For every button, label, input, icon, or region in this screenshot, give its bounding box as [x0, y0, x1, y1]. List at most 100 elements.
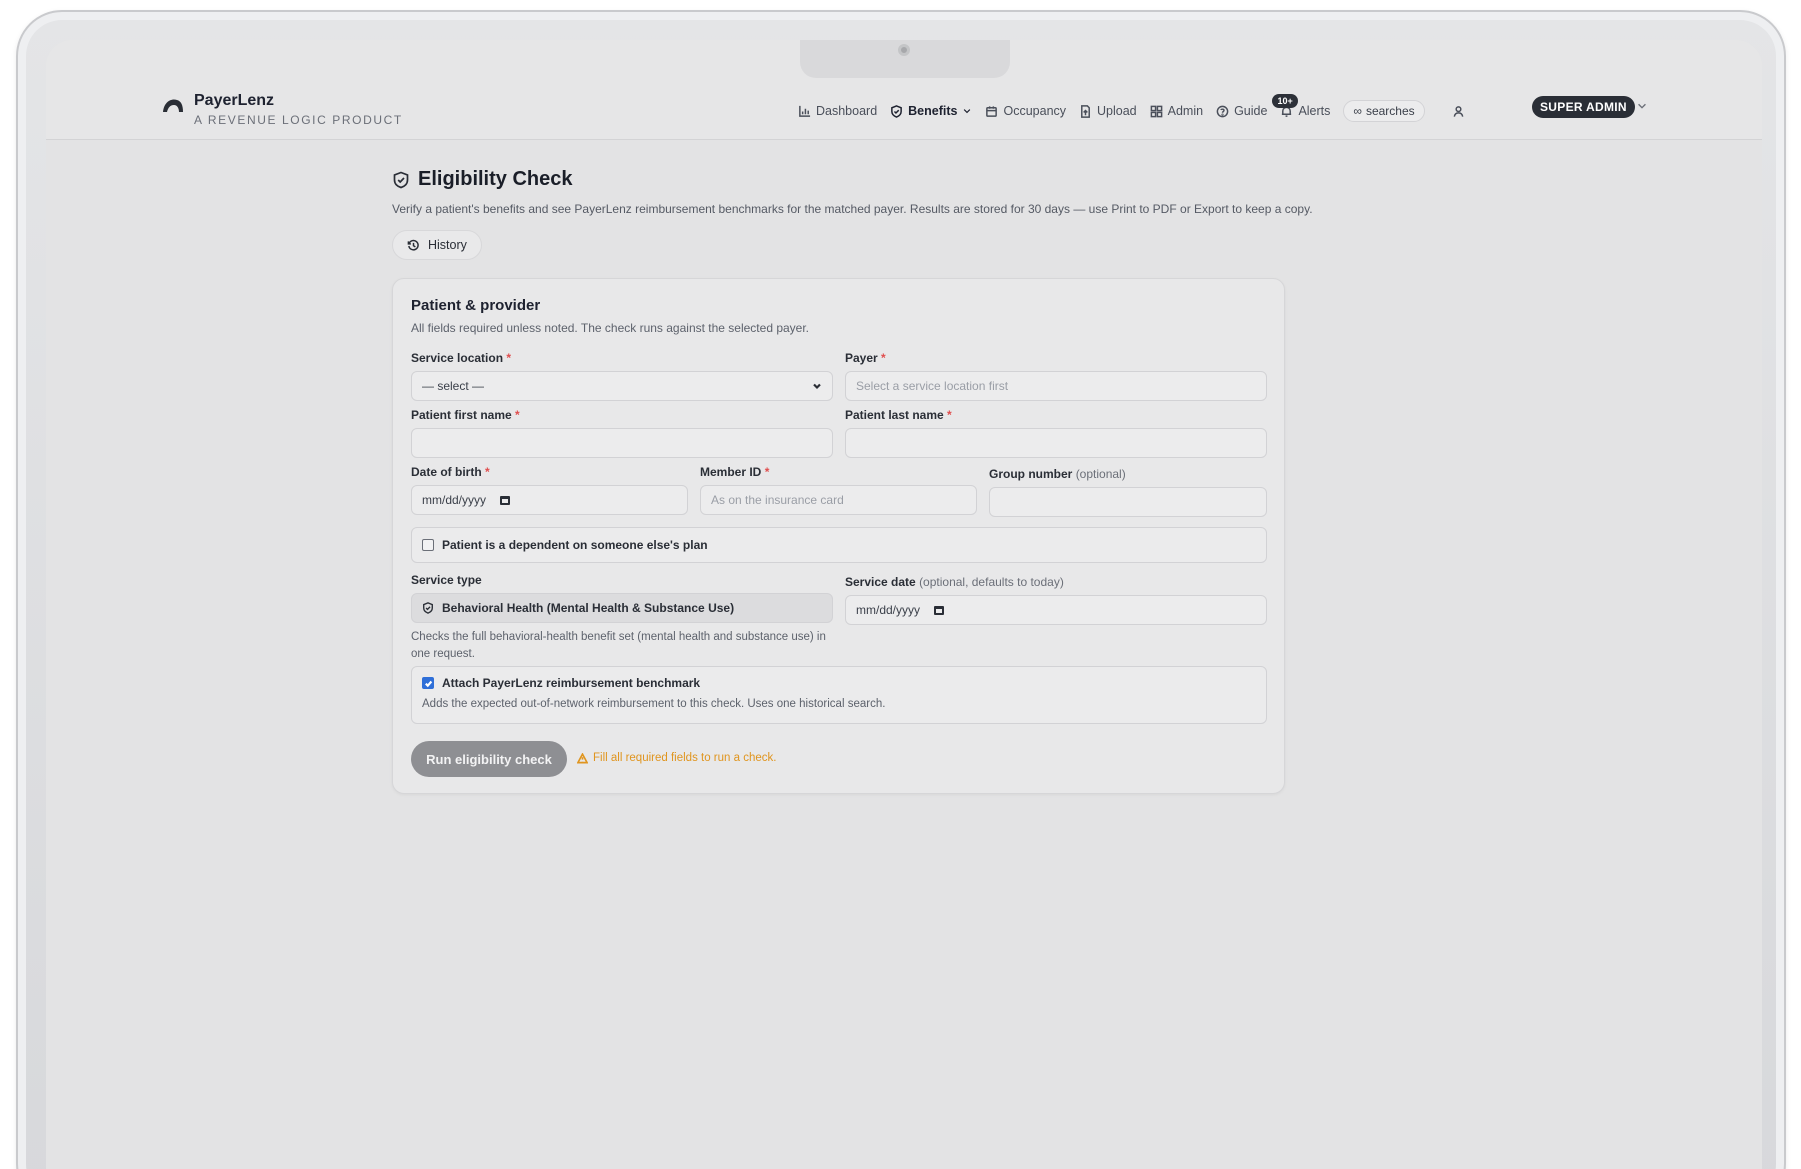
last-name-field: Patient last name *: [845, 408, 1267, 458]
dob-label: Date of birth: [411, 465, 482, 479]
searches-remaining-pill[interactable]: ∞ searches: [1343, 100, 1425, 122]
bar-chart-icon: [799, 105, 811, 117]
history-button[interactable]: History: [392, 230, 482, 260]
history-icon: [407, 239, 419, 250]
shield-check-icon: [891, 104, 903, 118]
nav-guide[interactable]: Guide: [1216, 104, 1267, 118]
warning-triangle-icon: [577, 752, 588, 763]
required-mark: *: [485, 465, 490, 479]
nav-alerts-label: Alerts: [1298, 104, 1331, 118]
form-title: Patient & provider: [411, 297, 541, 314]
file-upload-icon: [1081, 104, 1090, 118]
nav-alerts[interactable]: 10+ Alerts: [1272, 94, 1331, 118]
group-number-input[interactable]: [989, 487, 1267, 517]
benchmark-option: Attach PayerLenz reimbursement benchmark…: [411, 666, 1267, 724]
check-icon: [424, 680, 432, 687]
last-name-label: Patient last name: [845, 408, 944, 422]
history-label: History: [428, 238, 467, 252]
brand-tagline: A REVENUE LOGIC PRODUCT: [194, 113, 403, 127]
member-id-field: Member ID * As on the insurance card: [700, 465, 977, 515]
calendar-icon[interactable]: [500, 495, 511, 505]
nav-guide-label: Guide: [1234, 104, 1268, 118]
nav-benefits-label: Benefits: [908, 104, 958, 118]
member-id-placeholder: As on the insurance card: [711, 493, 844, 507]
main-nav: Dashboard Benefits Occupancy Upload Admi…: [798, 94, 1465, 122]
chevron-down-icon: [964, 109, 971, 114]
shield-check-icon: [423, 602, 433, 614]
optional-note: (optional): [1075, 467, 1126, 481]
payer-placeholder: Select a service location first: [856, 379, 1009, 393]
nav-upload[interactable]: Upload: [1079, 104, 1137, 118]
first-name-input[interactable]: [411, 428, 833, 458]
nav-benefits[interactable]: Benefits: [890, 104, 972, 118]
camera-icon: [898, 44, 910, 56]
dob-placeholder: mm/dd/yyyy: [422, 493, 487, 507]
benchmark-checkbox[interactable]: [422, 677, 434, 689]
nav-dashboard[interactable]: Dashboard: [798, 104, 877, 118]
first-name-label: Patient first name: [411, 408, 512, 422]
app-screen: PayerLenz A REVENUE LOGIC PRODUCT Dashbo…: [46, 40, 1762, 1169]
payer-label: Payer: [845, 351, 878, 365]
user-icon: [1453, 105, 1464, 117]
payer-select[interactable]: Select a service location first: [845, 371, 1267, 401]
group-number-label: Group number: [989, 467, 1073, 481]
grid-icon: [1150, 105, 1162, 117]
group-number-field: Group number (optional): [989, 467, 1267, 517]
benchmark-toggle[interactable]: Attach PayerLenz reimbursement benchmark: [422, 676, 1256, 690]
service-date-placeholder: mm/dd/yyyy: [856, 603, 921, 617]
service-location-field: Service location * — select —: [411, 351, 833, 401]
service-type-value: Behavioral Health (Mental Health & Subst…: [442, 601, 735, 615]
nav-occupancy[interactable]: Occupancy: [985, 104, 1066, 118]
page-title: Eligibility Check: [418, 168, 573, 190]
first-name-field: Patient first name *: [411, 408, 833, 458]
brand-name: PayerLenz: [194, 92, 275, 109]
dependent-checkbox[interactable]: [422, 539, 434, 551]
nav-upload-label: Upload: [1097, 104, 1137, 118]
validation-warning-text: Fill all required fields to run a check.: [593, 752, 777, 764]
form-subtitle: All fields required unless noted. The ch…: [411, 321, 810, 335]
payerlenz-logo-icon: [163, 99, 183, 112]
infinity-icon: ∞: [1353, 104, 1362, 118]
help-circle-icon: [1216, 105, 1229, 117]
brand[interactable]: PayerLenz A REVENUE LOGIC PRODUCT: [162, 92, 403, 127]
eligibility-form-card: Patient & provider All fields required u…: [392, 278, 1285, 794]
searches-label: searches: [1365, 104, 1415, 118]
calendar-icon[interactable]: [934, 605, 945, 615]
shield-check-icon: [393, 171, 409, 188]
nav-dashboard-label: Dashboard: [816, 104, 878, 118]
calendar-icon: [986, 105, 998, 117]
benchmark-label: Attach PayerLenz reimbursement benchmark: [442, 676, 701, 690]
nav-occupancy-label: Occupancy: [1003, 104, 1067, 118]
service-type-label: Service type: [411, 573, 482, 587]
service-date-input[interactable]: mm/dd/yyyy: [845, 595, 1267, 625]
required-mark: *: [881, 351, 886, 365]
run-eligibility-check-button[interactable]: Run eligibility check: [411, 741, 567, 777]
required-mark: *: [947, 408, 952, 422]
chevron-down-icon: [813, 383, 821, 390]
dependent-option[interactable]: Patient is a dependent on someone else's…: [411, 527, 1267, 563]
service-location-select[interactable]: — select —: [411, 371, 833, 401]
service-date-label: Service date: [845, 575, 916, 589]
member-id-input[interactable]: As on the insurance card: [700, 485, 977, 515]
dependent-label: Patient is a dependent on someone else's…: [442, 538, 708, 552]
last-name-input[interactable]: [845, 428, 1267, 458]
role-badge[interactable]: SUPER ADMIN: [1532, 96, 1635, 118]
service-location-value: — select —: [422, 379, 485, 393]
dob-field: Date of birth * mm/dd/yyyy: [411, 465, 688, 515]
validation-warning: Fill all required fields to run a check.: [577, 752, 776, 764]
required-mark: *: [506, 351, 512, 365]
service-type-field: Service type Behavioral Health (Mental H…: [411, 573, 841, 663]
user-menu[interactable]: [1452, 105, 1465, 118]
role-chevron-down-icon[interactable]: [1636, 100, 1648, 112]
service-type-helper: Checks the full behavioral-health benefi…: [411, 631, 826, 660]
required-mark: *: [515, 408, 520, 422]
service-date-field: Service date (optional, defaults to toda…: [845, 575, 1267, 625]
required-mark: *: [764, 465, 770, 479]
service-location-label: Service location: [411, 351, 504, 365]
payer-field: Payer * Select a service location first: [845, 351, 1267, 401]
service-date-optional-note: (optional, defaults to today): [919, 575, 1064, 589]
member-id-label: Member ID: [700, 465, 762, 479]
dob-input[interactable]: mm/dd/yyyy: [411, 485, 688, 515]
page-description: Verify a patient's benefits and see Paye…: [392, 202, 1313, 216]
nav-admin[interactable]: Admin: [1150, 104, 1203, 118]
